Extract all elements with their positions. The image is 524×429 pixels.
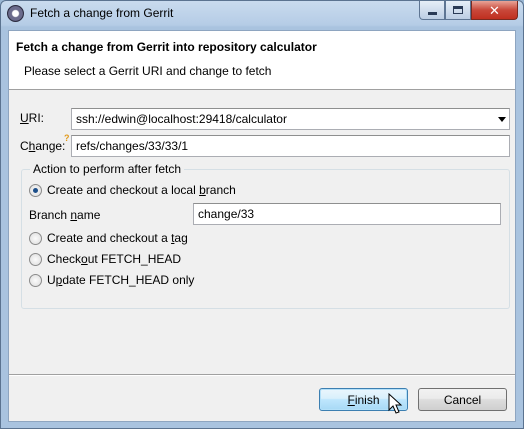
- page-subtitle: Please select a Gerrit URI and change to…: [24, 64, 272, 78]
- title-bar[interactable]: Fetch a change from Gerrit ✕: [1, 1, 523, 27]
- maximize-button[interactable]: [445, 1, 471, 20]
- radio-button[interactable]: [29, 231, 42, 245]
- window-title: Fetch a change from Gerrit: [30, 6, 174, 20]
- change-label: Change:: [20, 139, 66, 153]
- radio-update-label: Update FETCH_HEAD only: [47, 273, 195, 287]
- dialog-window: Fetch a change from Gerrit ✕ Fetch a cha…: [0, 0, 524, 429]
- radio-button[interactable]: [29, 273, 42, 287]
- uri-label: URI:: [20, 111, 45, 125]
- eclipse-app-icon: [7, 5, 24, 22]
- uri-combo[interactable]: ssh://edwin@localhost:29418/calculator: [71, 108, 510, 130]
- maximize-icon: [453, 6, 463, 14]
- change-input[interactable]: refs/changes/33/33/1: [71, 135, 510, 157]
- radio-create-branch-label: Create and checkout a local branch: [47, 183, 236, 197]
- radio-checkout-fetch-head[interactable]: Checkout FETCH_HEAD: [29, 252, 181, 266]
- branch-name-label: Branch name: [29, 208, 101, 222]
- cancel-label: Cancel: [443, 392, 482, 407]
- wizard-header: Fetch a change from Gerrit into reposito…: [9, 31, 515, 90]
- dialog-client-area: Fetch a change from Gerrit into reposito…: [8, 30, 516, 422]
- radio-button-selected[interactable]: [29, 183, 42, 197]
- close-button[interactable]: ✕: [471, 1, 518, 20]
- close-icon: ✕: [489, 2, 500, 18]
- radio-button[interactable]: [29, 252, 42, 266]
- finish-label: Finish: [347, 392, 380, 407]
- action-group-title: Action to perform after fetch: [30, 162, 185, 176]
- radio-update-fetch-head[interactable]: Update FETCH_HEAD only: [29, 273, 194, 287]
- page-title: Fetch a change from Gerrit into reposito…: [16, 40, 317, 54]
- uri-value: ssh://edwin@localhost:29418/calculator: [76, 112, 287, 126]
- chevron-down-icon[interactable]: [498, 117, 506, 122]
- radio-create-branch[interactable]: Create and checkout a local branch: [29, 183, 236, 197]
- action-group: Action to perform after fetch Create and…: [21, 162, 510, 309]
- branch-name-value: change/33: [198, 207, 255, 221]
- radio-create-tag[interactable]: Create and checkout a tag: [29, 231, 188, 245]
- cancel-button[interactable]: Cancel: [418, 388, 507, 411]
- radio-create-tag-label: Create and checkout a tag: [47, 231, 188, 245]
- minimize-button[interactable]: [419, 1, 445, 20]
- content-assist-icon: ?: [64, 133, 70, 143]
- button-bar-separator: [9, 374, 515, 376]
- branch-name-input[interactable]: change/33: [193, 203, 501, 225]
- radio-checkout-label: Checkout FETCH_HEAD: [47, 252, 182, 266]
- mouse-pointer-icon: [388, 393, 403, 414]
- change-value: refs/changes/33/33/1: [76, 139, 189, 153]
- minimize-icon: [427, 11, 437, 15]
